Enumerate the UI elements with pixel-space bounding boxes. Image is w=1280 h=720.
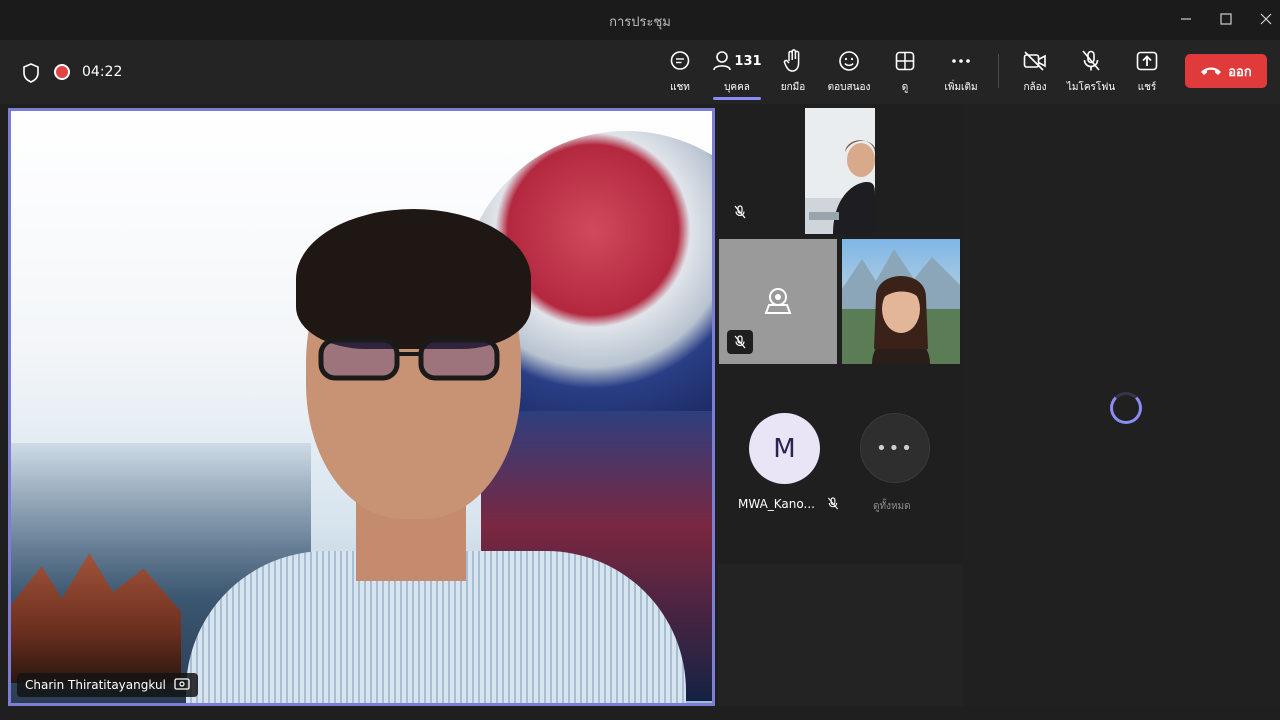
share-icon [1136,48,1158,74]
mic-off-icon [827,497,838,510]
smiley-icon [838,48,860,74]
react-button[interactable]: ตอบสนอง [821,48,877,96]
loading-spinner-icon [1110,392,1142,424]
raise-hand-label: ยกมือ [780,82,806,93]
leave-button[interactable]: ออก [1185,54,1267,88]
camera-off-icon [1023,48,1047,74]
meeting-timer: 04:22 [82,64,123,80]
hand-icon [783,48,803,74]
mic-off-icon [734,205,746,219]
view-button[interactable]: ดู [877,48,933,96]
chat-icon [669,48,691,74]
view-all-button[interactable]: ••• [860,413,930,483]
screen-share-icon [174,678,190,690]
shield-icon[interactable] [22,63,40,83]
participant-video-3[interactable] [842,239,960,364]
participant-1-figure [805,108,875,234]
more-label: เพิ่มเติม [944,82,978,93]
camera-button[interactable]: กล้อง [1007,48,1063,96]
speaker-name: Charin Thiratitayangkul [25,678,166,692]
maximize-icon [1220,13,1232,25]
participant-avatar-name: MWA_Kano... [738,497,839,511]
view-all-label[interactable]: ดูทั้งหมด [873,499,911,514]
more-icon [951,48,971,74]
window-title: การประชุม [609,15,671,30]
toolbar-divider [998,54,999,88]
participant-count: 131 [734,53,762,69]
main-speaker-video[interactable]: Charin Thiratitayangkul [8,108,715,706]
leave-label: ออก [1228,64,1252,80]
speaker-glasses [318,337,500,381]
speaker-name-tag: Charin Thiratitayangkul [17,673,198,697]
chat-label: แชท [670,82,690,93]
participant-2-mic-off [727,330,753,354]
minimize-button[interactable] [1166,6,1206,32]
hang-up-icon [1201,67,1222,75]
participant-video-1[interactable] [805,108,875,234]
title-bar: การประชุม [0,0,1280,40]
maximize-button[interactable] [1206,6,1246,32]
share-button[interactable]: แชร์ [1119,48,1175,96]
view-label: ดู [901,82,909,93]
react-label: ตอบสนอง [827,82,871,93]
chat-button[interactable]: แชท [652,48,708,96]
raise-hand-button[interactable]: ยกมือ [765,48,821,96]
participant-3-figure [842,249,960,364]
meeting-window: การประชุม 04:22 แชท 131 บุคคล ยกมือ ตอบส… [0,0,1280,720]
close-button[interactable] [1246,6,1280,32]
people-icon [713,51,732,71]
grid-icon [895,48,915,74]
meeting-toolbar: 04:22 แชท 131 บุคคล ยกมือ ตอบสนอง ดู เพิ… [0,40,1280,104]
camera-label: กล้อง [1023,82,1047,93]
mic-button[interactable]: ไมโครโฟน [1063,48,1119,96]
mic-label: ไมโครโฟน [1066,82,1116,93]
more-icon: ••• [876,437,914,459]
people-label: บุคคล [724,82,750,93]
share-label: แชร์ [1137,82,1157,93]
participant-avatar[interactable]: M [749,413,820,484]
mic-off-icon [734,335,746,349]
speaker-hair [296,209,531,349]
mic-off-icon [1081,48,1101,74]
people-button[interactable]: 131 บุคคล [709,48,765,100]
participant-1-mic-off [727,200,753,224]
minimize-icon [1181,18,1191,20]
more-button[interactable]: เพิ่มเติม [933,48,989,96]
participant-panel-footer [718,564,963,706]
recording-indicator-icon [54,64,70,80]
close-icon [1260,13,1272,25]
